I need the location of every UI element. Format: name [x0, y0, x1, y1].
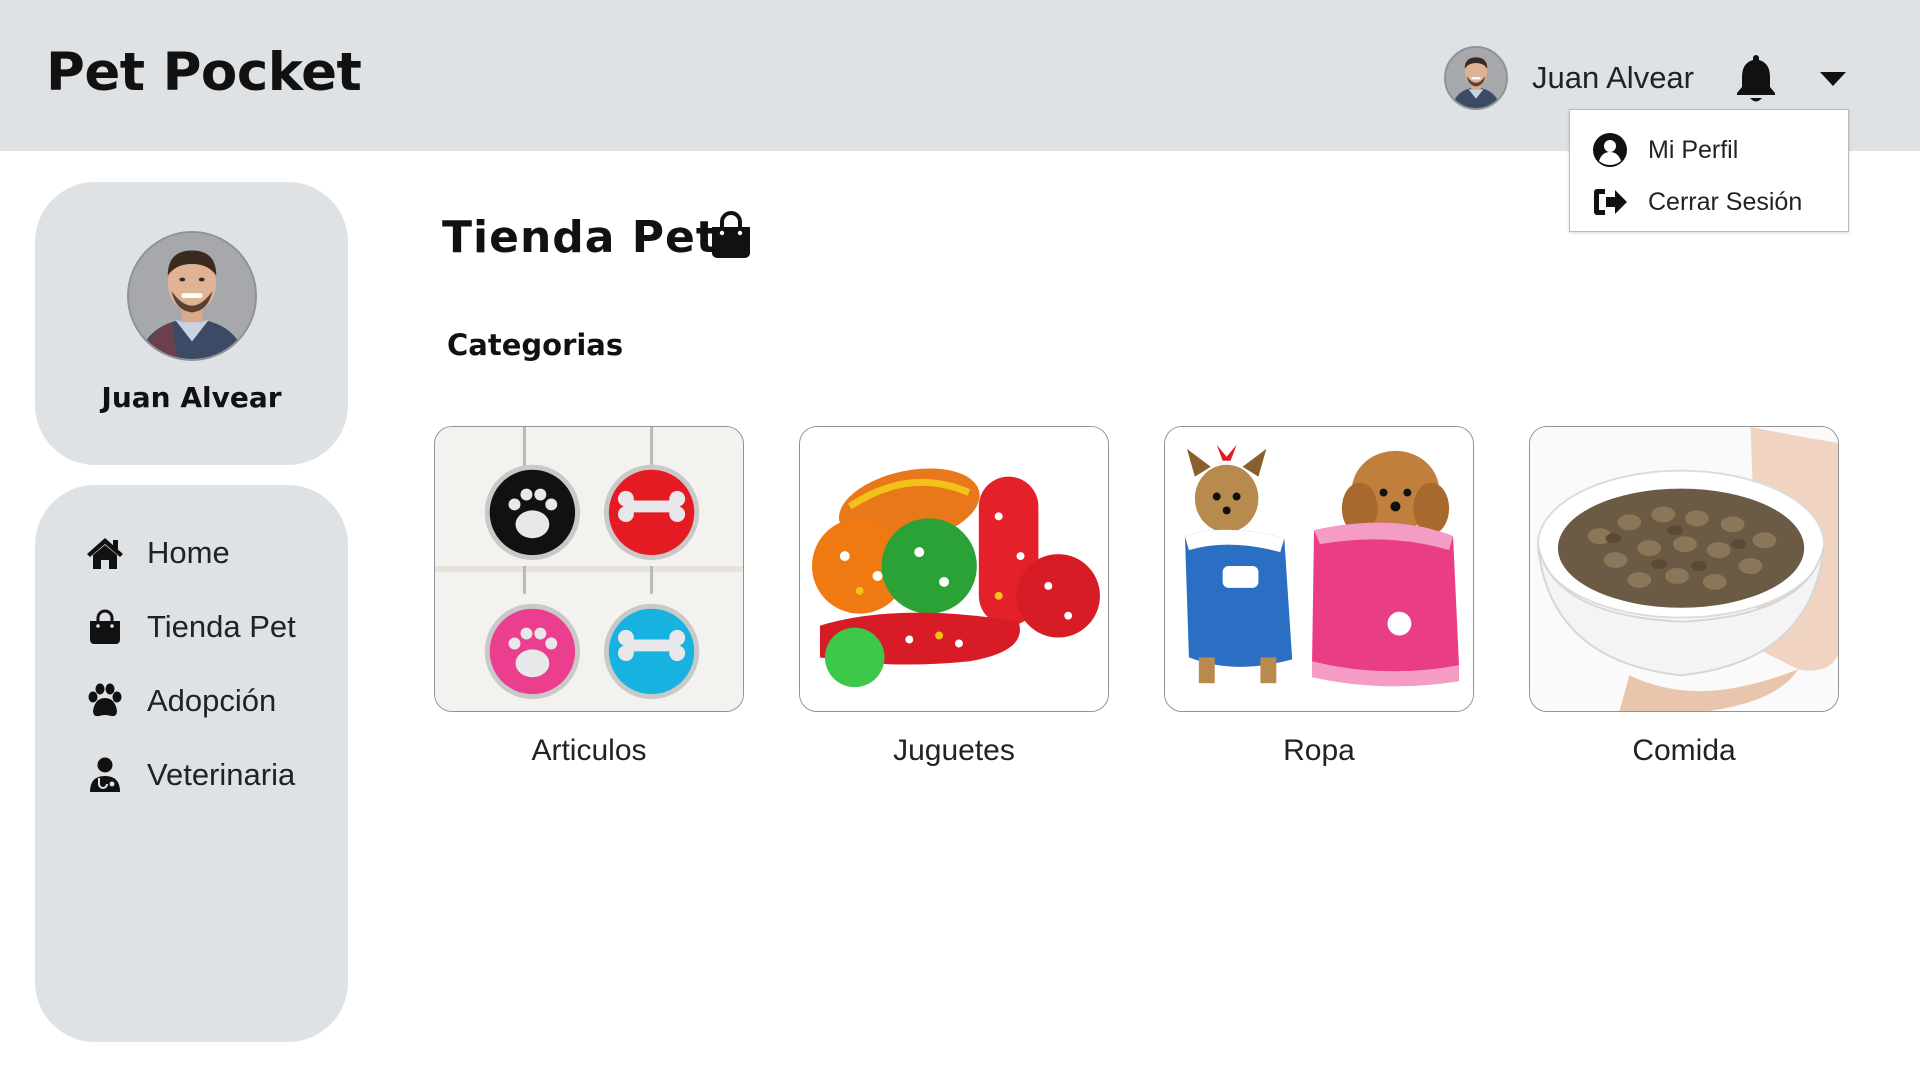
dog-toys-image[interactable]	[799, 426, 1109, 712]
category-card-comida[interactable]: Comida	[1529, 426, 1839, 768]
shopping-bag-icon	[90, 609, 120, 644]
sidebar-item-label: Tienda Pet	[147, 609, 296, 644]
category-card-articulos[interactable]: Articulos	[434, 426, 744, 768]
menu-item-cerrar-sesion[interactable]: Cerrar Sesión	[1570, 176, 1848, 228]
menu-item-label: Cerrar Sesión	[1648, 187, 1803, 216]
header-username[interactable]: Juan Alvear	[1532, 60, 1694, 96]
profile-card: Juan Alvear	[35, 182, 348, 465]
user-dropdown-menu: Mi Perfil Cerrar Sesión	[1569, 109, 1849, 232]
category-label: Juguetes	[893, 734, 1015, 767]
bell-icon[interactable]	[1734, 53, 1778, 103]
category-card-juguetes[interactable]: Juguetes	[799, 426, 1109, 768]
sidebar-item-adopcion[interactable]: Adopción	[85, 679, 276, 723]
sidebar-item-label: Home	[147, 535, 230, 570]
category-card-ropa[interactable]: Ropa	[1164, 426, 1474, 768]
pet-tags-image[interactable]	[434, 426, 744, 712]
dog-food-bowl-image[interactable]	[1529, 426, 1839, 712]
dog-clothes-photo-icon	[1165, 427, 1473, 711]
menu-item-mi-perfil[interactable]: Mi Perfil	[1570, 124, 1848, 176]
page-title: Tienda Pet	[442, 212, 718, 263]
home-icon	[87, 538, 123, 569]
sign-out-icon	[1594, 189, 1627, 215]
menu-item-label: Mi Perfil	[1648, 135, 1739, 164]
shopping-bag-icon	[712, 211, 750, 258]
user-menu[interactable]: Juan Alvear	[1444, 46, 1848, 110]
sidebar-item-tienda-pet[interactable]: Tienda Pet	[85, 605, 296, 649]
profile-avatar[interactable]	[127, 231, 257, 361]
pet-tags-photo-icon	[435, 427, 743, 711]
doctor-icon	[90, 757, 120, 792]
sidebar-item-home[interactable]: Home	[85, 531, 230, 575]
user-circle-icon	[1593, 133, 1627, 167]
chevron-down-icon[interactable]	[1818, 68, 1848, 88]
header-avatar[interactable]	[1444, 46, 1508, 110]
app-brand[interactable]: Pet Pocket	[46, 42, 362, 103]
category-label: Comida	[1632, 734, 1736, 767]
dog-toys-photo-icon	[800, 427, 1108, 711]
user-photo-icon	[129, 233, 255, 359]
dog-food-bowl-photo-icon	[1530, 427, 1838, 711]
category-label: Articulos	[531, 734, 647, 767]
sidebar-item-label: Adopción	[147, 683, 277, 718]
section-title-categorias: Categorias	[447, 328, 624, 362]
profile-name: Juan Alvear	[101, 381, 282, 414]
sidebar-item-veterinaria[interactable]: Veterinaria	[85, 753, 295, 797]
user-photo-icon	[1446, 48, 1506, 108]
dog-clothes-image[interactable]	[1164, 426, 1474, 712]
sidebar-nav: Home Tienda Pet Adopción Veterinaria	[35, 485, 348, 1042]
category-label: Ropa	[1283, 734, 1355, 767]
sidebar-item-label: Veterinaria	[147, 757, 296, 792]
paw-icon	[88, 683, 122, 717]
